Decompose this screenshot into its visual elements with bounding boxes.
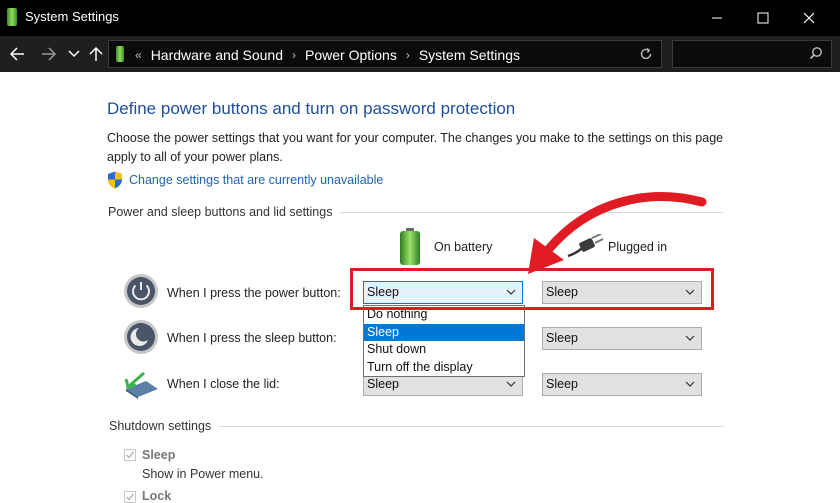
power-button-icon [124,274,158,308]
breadcrumb-item-system-settings[interactable]: System Settings [419,47,520,63]
up-button[interactable] [85,43,107,65]
chevron-down-icon [685,335,695,341]
breadcrumb: « Hardware and Sound › Power Options › S… [135,46,520,64]
refresh-button[interactable] [639,44,653,66]
search-icon [809,47,822,60]
breadcrumb-separator-icon[interactable]: › [406,48,410,62]
window-title: System Settings [25,9,119,24]
forward-button[interactable] [38,43,60,65]
shutdown-settings-label: Shutdown settings [109,419,220,433]
sleep-checkbox-description: Show in Power menu. [142,467,264,481]
breadcrumb-separator-icon[interactable]: › [292,48,296,62]
address-toolbar: « Hardware and Sound › Power Options › S… [0,36,840,72]
battery-icon [400,228,420,265]
sleep-button-plugged-select[interactable]: Sleep [542,327,702,350]
chevron-down-icon [506,381,516,387]
arrow-up-icon [89,46,103,61]
select-value: Sleep [546,377,578,391]
search-input[interactable] [672,40,832,68]
page-title: Define power buttons and turn on passwor… [107,99,516,118]
lock-checkbox-label: Lock [142,489,172,503]
address-bar[interactable]: « Hardware and Sound › Power Options › S… [108,40,662,68]
chevron-down-icon [68,50,80,58]
battery-app-icon [7,8,17,26]
checkmark-icon [126,451,135,459]
minimize-button[interactable] [694,0,740,36]
back-button[interactable] [6,43,28,65]
arrow-right-icon [42,47,57,61]
maximize-icon [757,12,769,24]
sleep-button-icon [124,320,158,354]
close-lid-label: When I close the lid: [167,377,280,391]
recent-locations-button[interactable] [63,43,85,65]
minimize-icon [712,17,722,19]
dropdown-option-sleep[interactable]: Sleep [364,323,524,341]
arrow-left-icon [9,47,24,61]
close-icon [803,12,815,24]
change-settings-link[interactable]: Change settings that are currently unava… [129,173,383,187]
laptop-lid-icon [124,371,158,399]
power-button-battery-dropdown-list[interactable]: Do nothing Sleep Shut down Turn off the … [363,305,525,377]
dropdown-option-turn-off-display[interactable]: Turn off the display [364,359,524,377]
annotation-arrow-icon [528,192,707,274]
maximize-button[interactable] [740,0,786,36]
sleep-checkbox-label: Sleep [142,448,176,462]
lock-checkbox[interactable] [124,491,136,503]
select-value: Sleep [367,377,399,391]
checkmark-icon [126,493,135,501]
power-button-label: When I press the power button: [167,286,341,300]
title-bar: System Settings [0,0,840,36]
chevron-down-icon [685,381,695,387]
sleep-checkbox[interactable] [124,449,136,461]
select-value: Sleep [546,331,578,345]
breadcrumb-overflow-icon[interactable]: « [135,48,142,62]
dropdown-option-shut-down[interactable]: Shut down [364,341,524,359]
page-description: Choose the power settings that you want … [107,131,724,164]
close-button[interactable] [786,0,832,36]
sleep-button-label: When I press the sleep button: [167,331,337,345]
close-lid-plugged-select[interactable]: Sleep [542,373,702,396]
breadcrumb-item-power-options[interactable]: Power Options [305,47,397,63]
refresh-icon [640,47,652,60]
breadcrumb-item-hardware-and-sound[interactable]: Hardware and Sound [151,47,283,63]
battery-location-icon [116,46,124,62]
on-battery-column-header: On battery [434,240,493,254]
power-buttons-group-label: Power and sleep buttons and lid settings [108,205,341,219]
uac-shield-icon [108,171,122,189]
